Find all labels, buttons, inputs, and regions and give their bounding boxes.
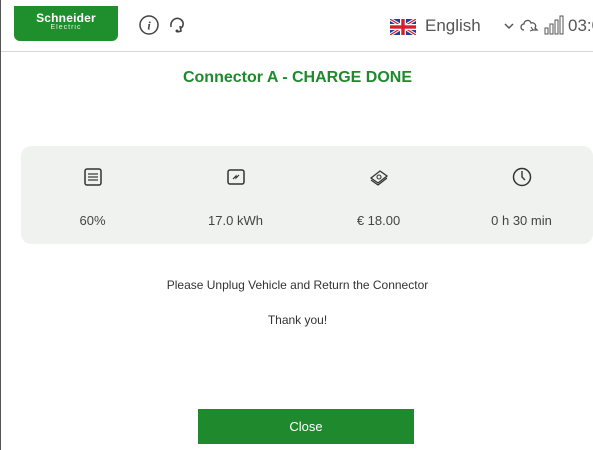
stat-energy: 17.0 kWh bbox=[164, 146, 307, 244]
brand-sub: Electric bbox=[50, 24, 82, 31]
thank-you-message: Thank you! bbox=[267, 313, 328, 327]
battery-icon bbox=[83, 168, 102, 186]
stat-value: 17.0 kWh bbox=[208, 213, 263, 228]
stat-value: 0 h 30 min bbox=[491, 213, 552, 228]
stat-value: € 18.00 bbox=[356, 213, 401, 228]
stat-cost: € 18.00 bbox=[307, 146, 450, 244]
stat-battery: 60% bbox=[21, 146, 164, 244]
close-button[interactable]: Close bbox=[198, 409, 414, 444]
energy-icon bbox=[226, 169, 245, 185]
signal-icon bbox=[544, 15, 564, 35]
headset-icon[interactable] bbox=[166, 14, 188, 36]
stat-value: 60% bbox=[79, 213, 106, 228]
info-icon[interactable]: i bbox=[138, 14, 160, 36]
page-title: Connector A - CHARGE DONE bbox=[182, 69, 413, 86]
uk-flag-icon[interactable] bbox=[390, 19, 416, 35]
unplug-message: Please Unplug Vehicle and Return the Con… bbox=[166, 278, 429, 292]
schneider-logo: Schneider Electric bbox=[14, 6, 118, 41]
duration-icon bbox=[512, 167, 531, 187]
charge-summary-card: 60% 17.0 kWh € 18.00 0 h 30 min bbox=[21, 146, 593, 244]
language-label[interactable]: English bbox=[425, 16, 481, 36]
stat-duration: 0 h 30 min bbox=[450, 146, 593, 244]
clock: 03:00 bbox=[568, 16, 593, 35]
money-icon bbox=[369, 170, 388, 186]
cloud-icon bbox=[520, 19, 539, 32]
screen: Schneider Electric i English 03: Connect… bbox=[0, 0, 593, 450]
brand-name: Schneider bbox=[36, 11, 96, 25]
svg-text:i: i bbox=[147, 19, 151, 33]
chevron-down-icon[interactable] bbox=[503, 20, 515, 32]
header-bar: Schneider Electric i English 03: bbox=[1, 0, 593, 52]
